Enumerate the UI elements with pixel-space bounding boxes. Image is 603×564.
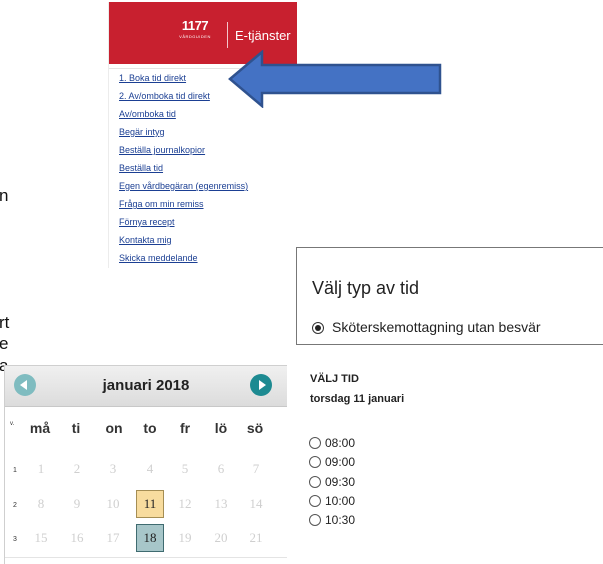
text-fragment: rt: [0, 313, 10, 332]
calendar-day: 4: [146, 461, 154, 476]
menu-link-fraga-om-remiss[interactable]: Fråga om min remiss: [119, 199, 204, 209]
calendar-day: 6: [217, 461, 225, 476]
calendar-day: 7: [252, 461, 260, 476]
text-fragment: n: [0, 186, 9, 205]
left-arrow-annotation: [228, 50, 442, 108]
radio-icon[interactable]: [309, 514, 321, 526]
time-option-label[interactable]: 09:00: [325, 455, 355, 469]
time-option-label[interactable]: 10:30: [325, 513, 355, 527]
calendar-divider: [5, 557, 287, 558]
radio-icon[interactable]: [309, 495, 321, 507]
text-fragment: e: [0, 334, 9, 353]
calendar-day: 13: [214, 496, 228, 511]
calendar-day: 3: [109, 461, 117, 476]
weekday-header: sö: [246, 420, 264, 436]
brand-logo: 1177 VÅRDGUIDEN: [169, 18, 221, 39]
time-date: torsdag 11 januari: [310, 393, 405, 405]
calendar-day: 21: [249, 530, 263, 545]
menu-link-boka-tid-direkt[interactable]: 1. Boka tid direkt: [119, 73, 186, 83]
calendar-day: 15: [34, 530, 48, 545]
appointment-type-title: Välj typ av tid: [312, 278, 420, 298]
menu-link-avomboka-tid[interactable]: Av/omboka tid: [119, 109, 176, 119]
weekday-header: to: [143, 420, 157, 436]
calendar-day: 17: [106, 530, 120, 545]
calendar-month-title: januari 2018: [102, 377, 190, 394]
calendar-day: 16: [70, 530, 84, 545]
radio-icon[interactable]: [309, 456, 321, 468]
weekday-header: fr: [179, 420, 191, 436]
calendar-day: 5: [181, 461, 189, 476]
calendar-day: 20: [214, 530, 228, 545]
calendar-day: 10: [106, 496, 120, 511]
calendar-day: 8: [37, 496, 45, 511]
weekday-header: må: [29, 420, 51, 436]
menu-link-kontakta-mig[interactable]: Kontakta mig: [119, 235, 172, 245]
appointment-type-label[interactable]: Sköterskemottagning utan besvär: [332, 319, 541, 335]
next-month-button[interactable]: [250, 374, 272, 396]
appointment-type-panel: Välj typ av tid Sköterskemottagning utan…: [296, 247, 603, 345]
week-number-header: v.: [10, 421, 15, 427]
header-divider: [227, 22, 228, 48]
brand-subtitle: VÅRDGUIDEN: [179, 34, 211, 39]
week-number: 3: [13, 536, 17, 543]
brand-title: E-tjänster: [235, 28, 291, 43]
menu-link-skicka-meddelande[interactable]: Skicka meddelande: [119, 253, 198, 263]
calendar-day: 12: [178, 496, 192, 511]
week-number: 2: [13, 502, 17, 509]
time-option-label[interactable]: 08:00: [325, 436, 355, 450]
weekday-header: on: [105, 420, 123, 436]
menu-link-egen-vardbegaran[interactable]: Egen vårdbegäran (egenremiss): [119, 181, 248, 191]
calendar-day: 1: [37, 461, 45, 476]
calendar-day: 2: [73, 461, 81, 476]
radio-icon[interactable]: [309, 476, 321, 488]
time-heading: VÄLJ TID: [310, 373, 359, 385]
time-selection-panel: VÄLJ TID torsdag 11 januari 08:00 09:00 …: [297, 365, 497, 545]
menu-link-avomboka-tid-direkt[interactable]: 2. Av/omboka tid direkt: [119, 91, 210, 101]
menu-link-bestalla-tid[interactable]: Beställa tid: [119, 163, 163, 173]
calendar-day-selected[interactable]: 18: [136, 524, 164, 552]
time-option-label[interactable]: 09:30: [325, 475, 355, 489]
calendar-day: 19: [178, 530, 192, 545]
calendar-day: 9: [73, 496, 81, 511]
weekday-header: ti: [71, 420, 81, 436]
radio-icon[interactable]: [309, 437, 321, 449]
weekday-header: lö: [214, 420, 228, 436]
calendar-day: 14: [249, 496, 263, 511]
calendar-day-today[interactable]: 11: [136, 490, 164, 518]
menu-link-begar-intyg[interactable]: Begär intyg: [119, 127, 165, 137]
calendar-widget: januari 2018 v. må ti on to fr lö sö 1 1…: [4, 365, 287, 564]
chevron-right-icon: [259, 380, 266, 390]
appointment-type-radio[interactable]: [312, 322, 324, 334]
calendar-header: januari 2018: [5, 366, 287, 407]
time-option-label[interactable]: 10:00: [325, 494, 355, 508]
menu-link-fornya-recept[interactable]: Förnya recept: [119, 217, 175, 227]
week-number: 1: [13, 467, 17, 474]
eservices-menu-panel: 1177 VÅRDGUIDEN E-tjänster 1. Boka tid d…: [108, 2, 297, 268]
brand-number: 1177: [181, 18, 209, 33]
menu-link-bestalla-journalkopior[interactable]: Beställa journalkopior: [119, 145, 205, 155]
